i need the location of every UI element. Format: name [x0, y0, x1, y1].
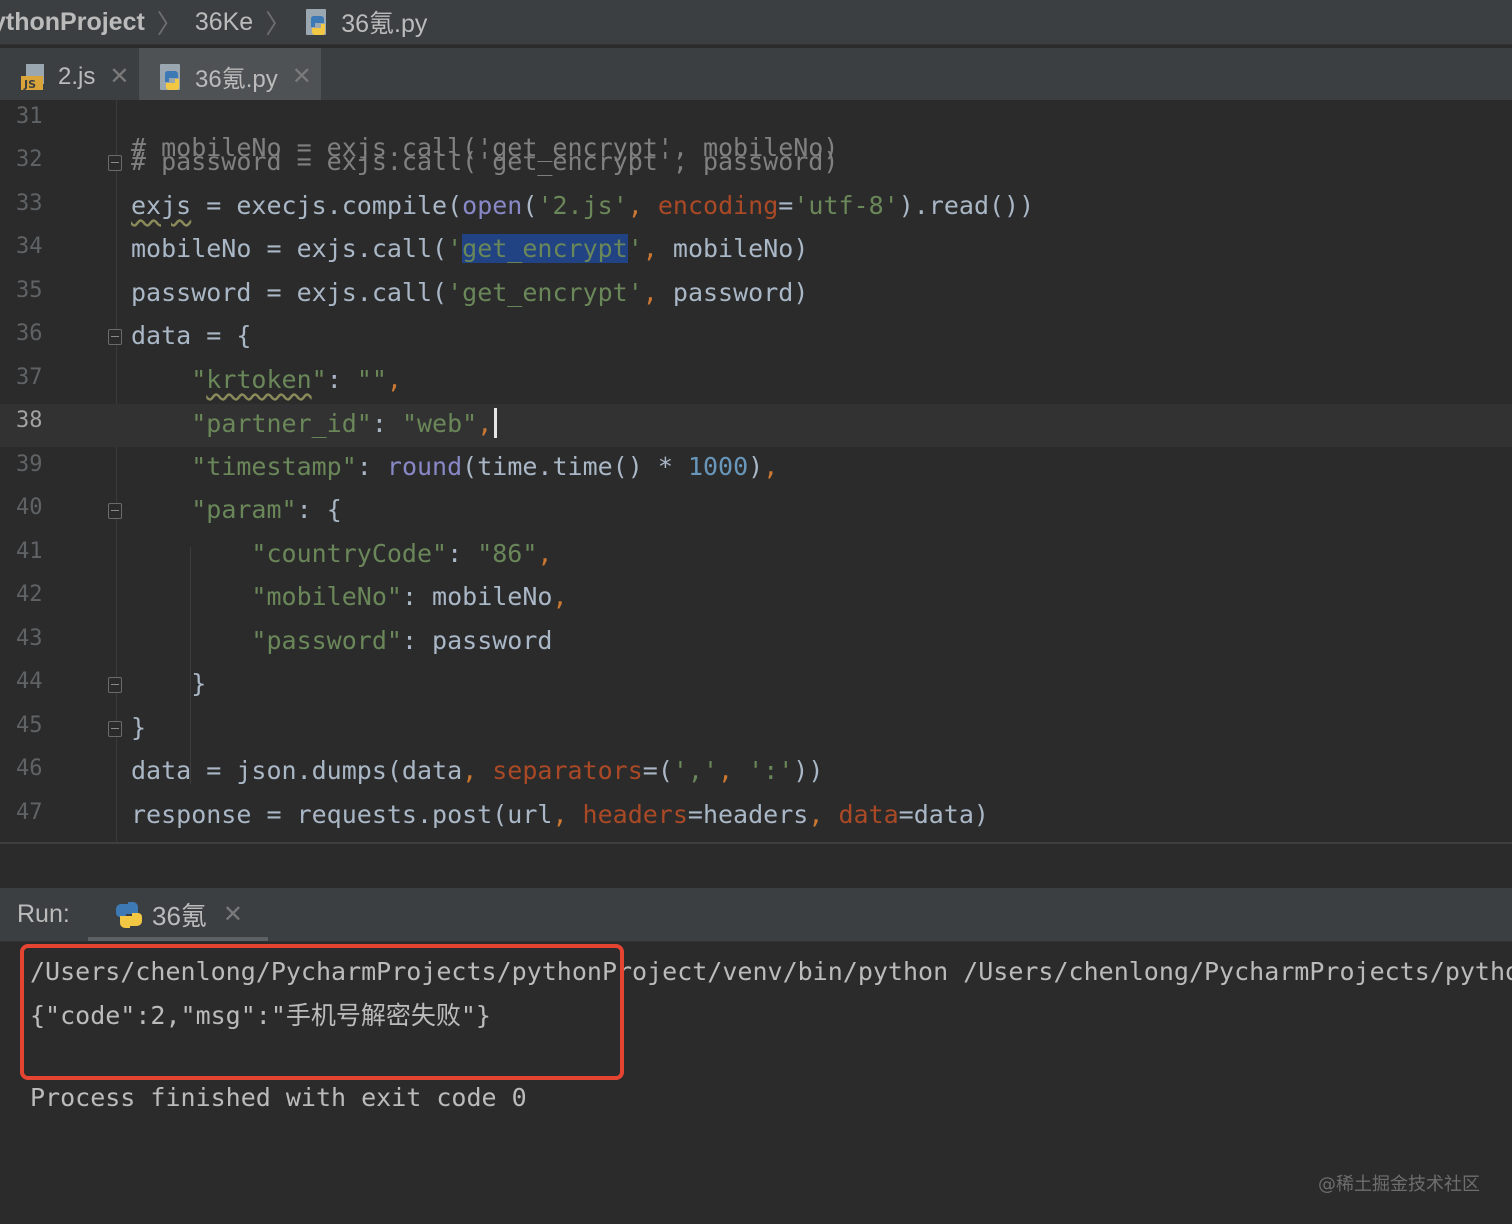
- breadcrumb-folder[interactable]: 36Ke: [195, 8, 253, 37]
- code-line[interactable]: 32 # password = exjs.call('get_encrypt',…: [0, 143, 1512, 186]
- code-line[interactable]: 46 data = json.dumps(data, separators=('…: [0, 752, 1512, 795]
- code-text: "timestamp": round(time.time() * 1000),: [191, 452, 779, 481]
- line-number: 43: [16, 626, 43, 651]
- fold-marker-icon[interactable]: [108, 503, 122, 519]
- line-number: 35: [16, 278, 43, 303]
- python-file-icon: [303, 7, 333, 37]
- code-text: "param": {: [191, 495, 342, 524]
- code-line[interactable]: 33 exjs = execjs.compile(open('2.js', en…: [0, 187, 1512, 230]
- code-line[interactable]: 37 "krtoken": "",: [0, 361, 1512, 404]
- code-text: "mobileNo": mobileNo,: [251, 582, 568, 611]
- line-number: 47: [16, 800, 43, 825]
- code-text: mobileNo = exjs.call('get_encrypt', mobi…: [131, 234, 809, 263]
- breadcrumb: ythonProject 〉 36Ke 〉 36氪.py: [0, 0, 1512, 45]
- code-text: password = exjs.call('get_encrypt', pass…: [131, 278, 809, 307]
- fold-marker-icon[interactable]: [108, 677, 122, 693]
- js-file-icon: JS: [20, 62, 50, 92]
- text-caret: [494, 408, 498, 438]
- chevron-right-icon: 〉: [156, 8, 183, 39]
- close-icon[interactable]: ✕: [109, 62, 129, 91]
- code-line[interactable]: 47 response = requests.post(url, headers…: [0, 796, 1512, 839]
- code-line[interactable]: 31 # mobileNo = exjs.call('get_encrypt',…: [0, 100, 1512, 162]
- run-label: Run:: [17, 900, 70, 928]
- code-text: "krtoken": "",: [191, 365, 402, 394]
- code-text: response = requests.post(url, headers=he…: [131, 800, 989, 829]
- fold-marker-icon[interactable]: [108, 155, 122, 171]
- tab-label: 36氪.py: [195, 66, 278, 93]
- tab-label: 2.js: [58, 62, 96, 90]
- editor-tab-bar: JS 2.js ✕ 36氪.py ✕: [0, 48, 1512, 106]
- line-number: 33: [16, 191, 43, 216]
- code-text: data = json.dumps(data, separators=(',',…: [131, 756, 824, 785]
- code-text: # password = exjs.call('get_encrypt', pa…: [131, 147, 839, 176]
- code-text: "password": password: [251, 626, 553, 655]
- line-number: 34: [16, 234, 43, 259]
- breadcrumb-project[interactable]: ythonProject: [0, 8, 145, 37]
- chevron-right-icon: 〉: [265, 8, 292, 39]
- code-line[interactable]: 39 "timestamp": round(time.time() * 1000…: [0, 448, 1512, 491]
- run-toolbar: Run: 36氪 ✕: [0, 888, 1512, 942]
- code-text: exjs = execjs.compile(open('2.js', encod…: [131, 191, 1035, 220]
- line-number: 44: [16, 669, 43, 694]
- code-line[interactable]: 35 password = exjs.call('get_encrypt', p…: [0, 274, 1512, 317]
- code-line[interactable]: 41 "countryCode": "86",: [0, 535, 1512, 578]
- line-number: 38: [16, 408, 43, 433]
- run-tab-label: 36氪: [152, 901, 207, 931]
- code-text: data = {: [131, 321, 252, 350]
- code-text: "countryCode": "86",: [251, 539, 553, 568]
- line-number: 32: [16, 147, 43, 172]
- console-output-line: Process finished with exit code 0: [30, 1083, 527, 1112]
- line-number: 45: [16, 713, 43, 738]
- close-icon[interactable]: ✕: [223, 900, 243, 929]
- python-icon: [114, 900, 144, 930]
- fold-marker-icon[interactable]: [108, 721, 122, 737]
- code-text: }: [191, 669, 207, 698]
- line-number: 42: [16, 582, 43, 607]
- panel-gap: [0, 844, 1512, 888]
- line-number: 40: [16, 495, 43, 520]
- line-number: 37: [16, 365, 43, 390]
- code-line[interactable]: 45 }: [0, 709, 1512, 752]
- line-number: 31: [16, 104, 43, 129]
- code-line[interactable]: 36 data = {: [0, 317, 1512, 360]
- code-line[interactable]: 42 "mobileNo": mobileNo,: [0, 578, 1512, 621]
- breadcrumb-file[interactable]: 36氪.py: [303, 4, 427, 40]
- annotation-highlight-box: [20, 944, 624, 1080]
- line-number: 46: [16, 756, 43, 781]
- fold-marker-icon[interactable]: [108, 329, 122, 345]
- code-line-current[interactable]: 38 "partner_id": "web",: [0, 404, 1512, 447]
- tab-2-js[interactable]: JS 2.js ✕: [20, 48, 132, 105]
- code-line[interactable]: 34 mobileNo = exjs.call('get_encrypt', m…: [0, 230, 1512, 273]
- svg-text:JS: JS: [23, 78, 36, 91]
- python-file-icon: [157, 62, 187, 92]
- code-text: }: [131, 713, 147, 742]
- watermark: @稀土掘金技术社区: [1318, 1174, 1480, 1195]
- code-line[interactable]: 44 }: [0, 665, 1512, 708]
- code-line[interactable]: 43 "password": password: [0, 622, 1512, 665]
- line-number: 39: [16, 452, 43, 477]
- close-icon[interactable]: ✕: [292, 62, 312, 91]
- breadcrumb-file-label: 36氪.py: [341, 10, 428, 38]
- code-line[interactable]: 40 "param": {: [0, 491, 1512, 534]
- code-text: "partner_id": "web",: [131, 408, 498, 438]
- run-tab[interactable]: 36氪 ✕: [88, 888, 268, 941]
- line-number: 41: [16, 539, 43, 564]
- tab-36ke-py[interactable]: 36氪.py ✕: [139, 48, 321, 105]
- code-editor[interactable]: 31 # mobileNo = exjs.call('get_encrypt',…: [0, 100, 1512, 842]
- line-number: 36: [16, 321, 43, 346]
